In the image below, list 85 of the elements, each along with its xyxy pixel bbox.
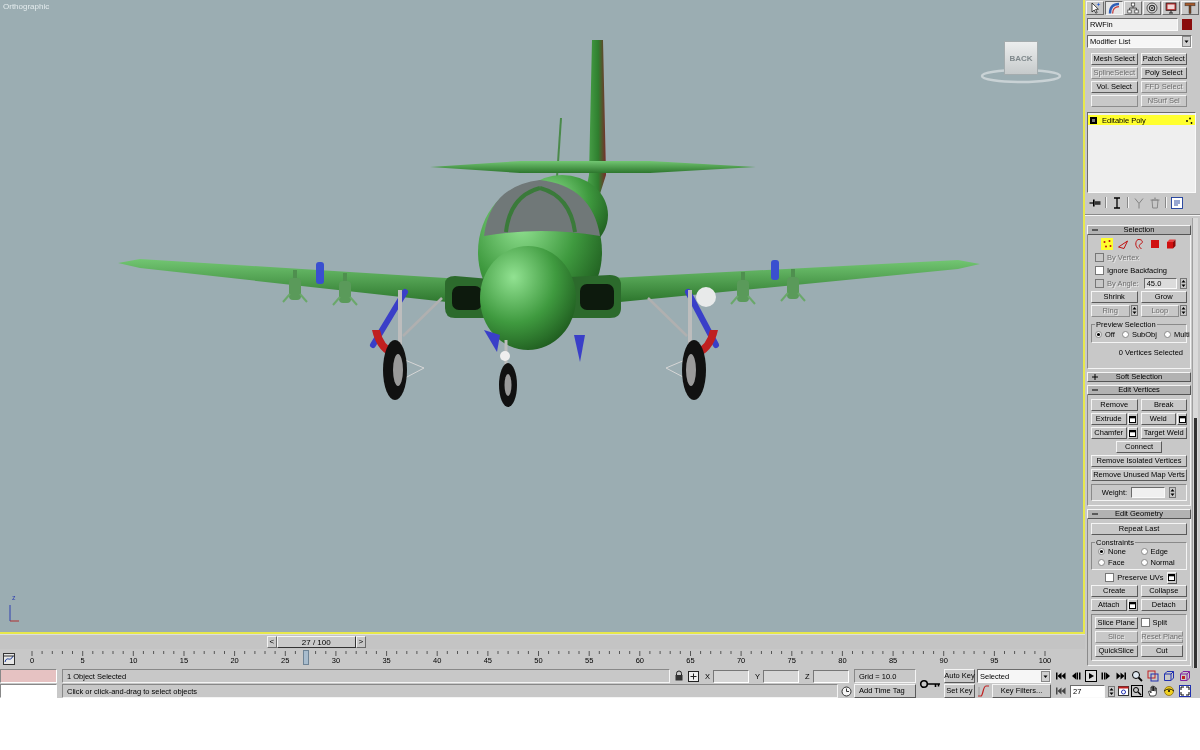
skip-forward-icon[interactable]	[1115, 670, 1127, 682]
orbit-icon[interactable]	[1163, 685, 1175, 697]
settings-button[interactable]	[1127, 427, 1138, 439]
minus-icon	[1091, 226, 1099, 234]
coordinate-field[interactable]	[713, 669, 749, 683]
scrollbar[interactable]	[1192, 218, 1198, 668]
cube-icon[interactable]	[1165, 237, 1177, 250]
clock-icon[interactable]	[841, 685, 852, 697]
bend-curve-icon	[1108, 2, 1120, 14]
settings-button[interactable]	[1177, 413, 1187, 425]
utilities-tab[interactable]	[1181, 1, 1199, 15]
time-slider-thumb[interactable]: 27 / 100	[276, 636, 356, 648]
play-icon[interactable]	[1085, 670, 1097, 682]
hierarchy-tab[interactable]	[1124, 1, 1142, 15]
cubes-outline-icon[interactable]	[1179, 670, 1191, 682]
square-icon	[1090, 116, 1097, 124]
settings-button[interactable]	[1127, 599, 1138, 611]
coordinate-field[interactable]	[812, 669, 849, 683]
minus-icon	[1091, 510, 1099, 518]
wheel-icon	[1146, 2, 1158, 14]
step-forward-icon[interactable]	[1100, 670, 1112, 682]
radio-button[interactable]	[1098, 559, 1105, 566]
window-icon	[1178, 415, 1186, 423]
checkbox[interactable]	[1140, 618, 1150, 627]
radio-button[interactable]	[1140, 559, 1148, 566]
window-icon	[1168, 574, 1176, 581]
hand-icon[interactable]	[1147, 685, 1159, 697]
radio-button[interactable]	[1121, 331, 1129, 338]
spinner-arrows-icon[interactable]	[1180, 305, 1187, 316]
window-icon	[1129, 429, 1136, 437]
triangle-outline-icon[interactable]	[1117, 237, 1129, 250]
create-tab[interactable]	[1086, 1, 1104, 15]
display-tab[interactable]	[1162, 1, 1180, 15]
scrollbar-thumb[interactable]	[1194, 418, 1197, 668]
curve-window-icon[interactable]	[3, 652, 15, 665]
step-back-icon[interactable]	[1070, 670, 1082, 682]
checkbox[interactable]	[1105, 573, 1115, 582]
window-clock-icon[interactable]	[1118, 685, 1129, 697]
crosshair-box-icon[interactable]	[688, 670, 699, 682]
motion-tab[interactable]	[1143, 1, 1161, 15]
spinner-arrows-icon[interactable]	[1108, 685, 1115, 697]
vertex-dots-icon[interactable]	[1101, 237, 1113, 250]
settings-button[interactable]	[1127, 413, 1138, 425]
color-swatch-icon[interactable]	[1182, 19, 1192, 30]
frame-marker[interactable]	[302, 650, 309, 665]
spinner-arrows-icon[interactable]	[1180, 278, 1187, 289]
maximize-icon[interactable]	[1179, 685, 1191, 697]
hammer-icon	[1184, 2, 1196, 14]
radio-button[interactable]	[1163, 331, 1171, 338]
spinner-arrows-icon[interactable]	[1130, 305, 1138, 316]
lock-icon[interactable]	[673, 670, 685, 682]
radio-button[interactable]	[1140, 548, 1148, 555]
skip-back-outline-icon[interactable]	[1055, 685, 1067, 697]
dots-icon	[1186, 116, 1193, 124]
coordinate-field[interactable]	[763, 669, 800, 683]
list-icon[interactable]	[1171, 196, 1183, 209]
checkbox[interactable]	[1095, 266, 1104, 275]
weight-field[interactable]	[1131, 487, 1166, 498]
magnifier-icon[interactable]	[1131, 670, 1143, 682]
overlapping-boxes-icon[interactable]	[1147, 670, 1159, 682]
script-listener-field[interactable]	[0, 669, 57, 683]
square-icon[interactable]	[1149, 237, 1161, 250]
settings-button[interactable]	[1166, 571, 1177, 584]
cursor-icon	[1089, 2, 1101, 14]
skip-back-icon[interactable]	[1055, 670, 1067, 682]
radio-button[interactable]	[1095, 331, 1102, 338]
hierarchy-icon	[1127, 2, 1139, 14]
script-input-field[interactable]	[0, 684, 57, 698]
next-frame-button[interactable]: >	[355, 636, 366, 648]
previous-frame-button[interactable]: <	[266, 636, 277, 648]
time-slider-track[interactable]: < 27 / 100 >	[0, 634, 1085, 649]
window-icon	[1129, 601, 1136, 609]
spinner-arrows-icon[interactable]	[1169, 487, 1177, 498]
curve-icon[interactable]	[977, 685, 990, 697]
radio-button[interactable]	[1098, 548, 1105, 555]
i-beam-icon[interactable]	[1111, 196, 1123, 209]
key-icon[interactable]	[919, 677, 941, 690]
window-icon	[1129, 415, 1136, 423]
loop-outline-icon[interactable]	[1133, 237, 1145, 250]
cube-outline-icon[interactable]	[1163, 670, 1175, 682]
modify-tab[interactable]	[1105, 1, 1123, 15]
monitor-icon	[1165, 2, 1177, 14]
plus-icon	[1091, 373, 1099, 381]
minus-icon	[1091, 386, 1099, 394]
magnifier-box-icon[interactable]	[1131, 685, 1143, 697]
